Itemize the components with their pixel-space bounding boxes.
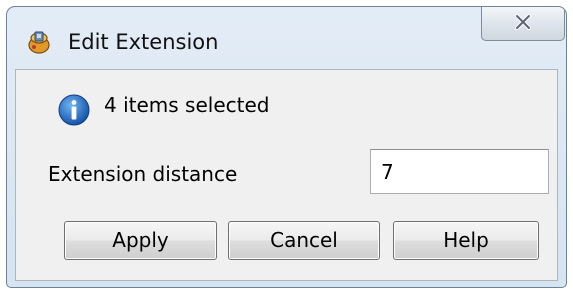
selection-message: 4 items selected <box>104 93 270 117</box>
close-icon <box>514 13 532 34</box>
info-icon <box>58 94 90 126</box>
window-title: Edit Extension <box>68 30 219 54</box>
apply-button[interactable]: Apply <box>64 221 217 260</box>
application-icon <box>26 29 52 55</box>
close-button[interactable] <box>481 7 565 41</box>
cancel-button[interactable]: Cancel <box>228 221 380 260</box>
extension-distance-label: Extension distance <box>48 162 238 186</box>
help-button[interactable]: Help <box>393 221 539 260</box>
title-bar[interactable]: Edit Extension <box>7 7 566 71</box>
extension-distance-input[interactable] <box>370 149 549 194</box>
edit-extension-dialog: Edit Extension 4 items selected Extensio… <box>6 6 567 288</box>
dialog-body: 4 items selected Extension distance Appl… <box>15 69 558 281</box>
